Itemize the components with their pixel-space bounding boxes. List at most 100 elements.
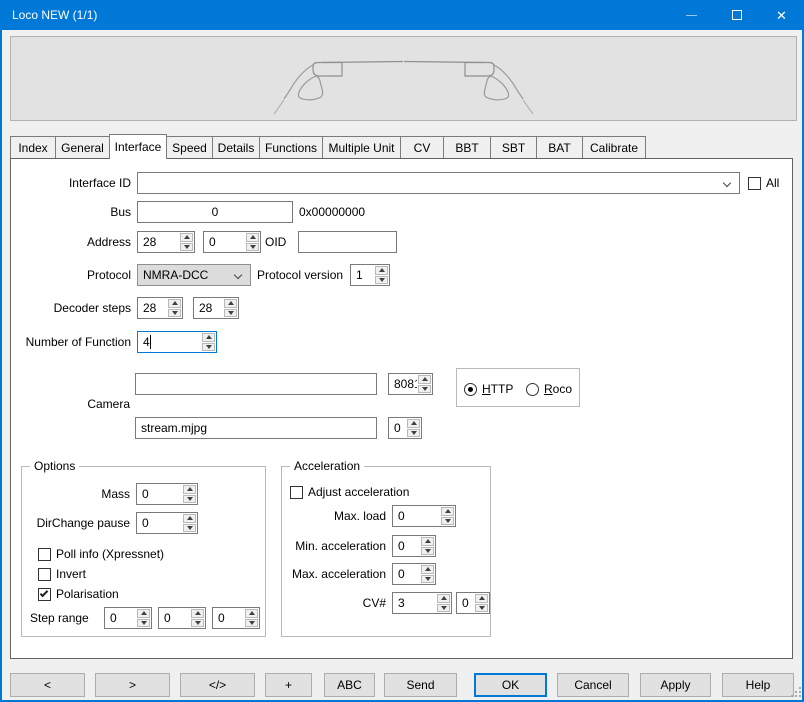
spin-up-button[interactable]: [183, 485, 196, 494]
spin-down-button[interactable]: [224, 309, 237, 318]
step-range-spinner-1[interactable]: 0: [104, 607, 152, 629]
spin-up-button[interactable]: [418, 375, 431, 384]
protocol-version-spinner[interactable]: 1: [350, 264, 390, 286]
close-button[interactable]: ✕: [759, 0, 804, 30]
spin-down-button[interactable]: [202, 343, 215, 352]
protocol-dropdown[interactable]: NMRA-DCC: [137, 264, 251, 286]
cancel-button[interactable]: Cancel: [557, 673, 629, 697]
tab-calibrate[interactable]: Calibrate: [582, 136, 646, 158]
spin-up-button[interactable]: [245, 609, 258, 618]
help-button[interactable]: Help: [722, 673, 794, 697]
step-range-spinner-2[interactable]: 0: [158, 607, 206, 629]
step-range-value-1[interactable]: 0: [105, 608, 136, 628]
spin-down-button[interactable]: [407, 429, 420, 438]
spin-up-button[interactable]: [407, 419, 420, 428]
step-range-value-2[interactable]: 0: [159, 608, 190, 628]
spin-up-button[interactable]: [180, 233, 193, 242]
spin-down-button[interactable]: [421, 547, 434, 556]
spin-down-button[interactable]: [375, 276, 388, 285]
dirchange-pause-spinner[interactable]: 0: [136, 512, 198, 534]
tab-sbt[interactable]: SBT: [490, 136, 537, 158]
address-value-1[interactable]: 28: [138, 232, 179, 252]
max-load-spinner[interactable]: 0: [392, 505, 456, 527]
address-spinner-1[interactable]: 28: [137, 231, 195, 253]
cv-value-1[interactable]: 3: [393, 593, 436, 613]
number-of-function-spinner[interactable]: 4: [137, 331, 217, 353]
next-button[interactable]: >: [95, 673, 170, 697]
plus-button[interactable]: +: [265, 673, 312, 697]
http-radio-row[interactable]: HTTP: [464, 381, 513, 397]
send-button[interactable]: Send: [384, 673, 457, 697]
resize-grip[interactable]: [791, 687, 793, 689]
invert-checkbox[interactable]: [38, 568, 51, 581]
spin-down-button[interactable]: [183, 495, 196, 504]
adjust-acceleration-checkbox[interactable]: [290, 486, 303, 499]
spin-up-button[interactable]: [168, 299, 181, 308]
tab-bbt[interactable]: BBT: [443, 136, 491, 158]
dirchange-pause-value[interactable]: 0: [137, 513, 182, 533]
spin-down-button[interactable]: [183, 524, 196, 533]
spin-up-button[interactable]: [224, 299, 237, 308]
decoder-steps-value-1[interactable]: 28: [138, 298, 167, 318]
spin-up-button[interactable]: [191, 609, 204, 618]
spin-down-button[interactable]: [191, 619, 204, 628]
mass-spinner[interactable]: 0: [136, 483, 198, 505]
spin-up-button[interactable]: [441, 507, 454, 516]
adjust-acceleration-row[interactable]: Adjust acceleration: [290, 484, 409, 500]
camera-stream-input[interactable]: stream.mjpg: [135, 417, 377, 439]
cv-spinner-1[interactable]: 3: [392, 592, 452, 614]
number-of-function-value[interactable]: 4: [138, 332, 201, 352]
spin-down-button[interactable]: [180, 243, 193, 252]
protocol-version-value[interactable]: 1: [351, 265, 374, 285]
spin-up-button[interactable]: [375, 266, 388, 275]
spin-up-button[interactable]: [137, 609, 150, 618]
spin-up-button[interactable]: [475, 594, 488, 603]
decoder-steps-spinner-2[interactable]: 28: [193, 297, 239, 319]
camera-stream-index-value[interactable]: 0: [389, 418, 406, 438]
decoder-steps-value-2[interactable]: 28: [194, 298, 223, 318]
all-checkbox-row[interactable]: All: [748, 175, 779, 191]
tab-interface[interactable]: Interface: [109, 134, 167, 159]
chevron-down-icon[interactable]: [723, 179, 731, 187]
spin-down-button[interactable]: [437, 604, 450, 613]
decoder-steps-spinner-1[interactable]: 28: [137, 297, 183, 319]
tab-speed[interactable]: Speed: [166, 136, 213, 158]
invert-row[interactable]: Invert: [38, 566, 86, 582]
spin-up-button[interactable]: [246, 233, 259, 242]
tab-cv[interactable]: CV: [400, 136, 444, 158]
abc-button[interactable]: ABC: [324, 673, 375, 697]
polarisation-checkbox[interactable]: [38, 588, 51, 601]
all-checkbox[interactable]: [748, 177, 761, 190]
tab-bat[interactable]: BAT: [536, 136, 583, 158]
chevron-down-icon[interactable]: [234, 271, 242, 279]
spin-down-button[interactable]: [418, 385, 431, 394]
minimize-button[interactable]: [669, 0, 714, 30]
spin-up-button[interactable]: [421, 565, 434, 574]
code-button[interactable]: </>: [180, 673, 255, 697]
oid-input[interactable]: [298, 231, 397, 253]
spin-down-button[interactable]: [475, 604, 488, 613]
roco-radio[interactable]: [526, 383, 539, 396]
step-range-spinner-3[interactable]: 0: [212, 607, 260, 629]
roco-radio-row[interactable]: Roco: [526, 381, 572, 397]
max-acceleration-spinner[interactable]: 0: [392, 563, 436, 585]
polarisation-row[interactable]: Polarisation: [38, 586, 119, 602]
spin-up-button[interactable]: [183, 514, 196, 523]
cv-spinner-2[interactable]: 0: [456, 592, 490, 614]
address-spinner-2[interactable]: 0: [203, 231, 261, 253]
spin-down-button[interactable]: [246, 243, 259, 252]
max-load-value[interactable]: 0: [393, 506, 440, 526]
spin-down-button[interactable]: [421, 575, 434, 584]
maximize-button[interactable]: [714, 0, 759, 30]
tab-details[interactable]: Details: [212, 136, 260, 158]
min-acceleration-spinner[interactable]: 0: [392, 535, 436, 557]
prev-button[interactable]: <: [10, 673, 85, 697]
apply-button[interactable]: Apply: [640, 673, 711, 697]
step-range-value-3[interactable]: 0: [213, 608, 244, 628]
camera-port-value[interactable]: 8081: [389, 374, 417, 394]
camera-stream-index-spinner[interactable]: 0: [388, 417, 422, 439]
ok-button[interactable]: OK: [474, 673, 547, 697]
spin-down-button[interactable]: [137, 619, 150, 628]
tab-index[interactable]: Index: [10, 136, 56, 158]
poll-info-checkbox[interactable]: [38, 548, 51, 561]
